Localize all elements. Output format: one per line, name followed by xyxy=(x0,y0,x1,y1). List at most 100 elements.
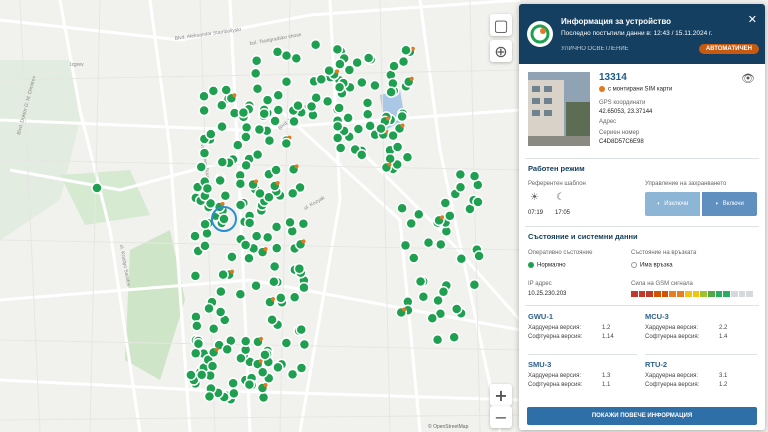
streetlight-marker[interactable] xyxy=(268,276,280,288)
streetlight-marker[interactable] xyxy=(220,84,232,96)
map-layers-icon[interactable]: ▢ xyxy=(490,14,512,36)
mode-badge[interactable]: АВТОМАТИЧЕН xyxy=(698,44,759,54)
streetlight-marker[interactable] xyxy=(266,313,278,326)
streetlight-marker[interactable] xyxy=(257,391,270,404)
streetlight-marker[interactable] xyxy=(454,181,467,193)
streetlight-marker[interactable] xyxy=(192,338,205,350)
streetlight-marker[interactable] xyxy=(243,252,255,264)
zoom-out-button[interactable]: − xyxy=(490,406,512,428)
streetlight-marker[interactable] xyxy=(261,94,274,106)
streetlight-marker[interactable] xyxy=(334,58,346,70)
streetlight-marker[interactable] xyxy=(295,362,308,374)
streetlight-marker[interactable] xyxy=(201,227,213,240)
streetlight-marker[interactable] xyxy=(280,337,293,349)
streetlight-marker[interactable] xyxy=(234,199,247,211)
streetlight-marker[interactable] xyxy=(414,275,427,288)
streetlight-marker[interactable] xyxy=(250,279,262,292)
streetlight-marker[interactable] xyxy=(251,82,264,95)
streetlight-marker[interactable] xyxy=(218,213,230,225)
streetlight-marker[interactable] xyxy=(391,141,404,153)
streetlight-marker[interactable] xyxy=(284,216,296,229)
streetlight-marker[interactable] xyxy=(217,268,229,281)
streetlight-marker[interactable] xyxy=(261,231,274,244)
streetlight-marker[interactable] xyxy=(258,107,270,120)
streetlight-marker[interactable] xyxy=(362,52,375,64)
streetlight-marker[interactable] xyxy=(288,115,300,128)
streetlight-marker[interactable] xyxy=(342,112,354,124)
streetlight-marker[interactable] xyxy=(207,323,220,335)
streetlight-marker[interactable] xyxy=(388,60,400,72)
streetlight-marker[interactable] xyxy=(426,312,439,324)
streetlight-marker[interactable] xyxy=(405,217,417,230)
streetlight-marker[interactable] xyxy=(275,292,287,304)
streetlight-marker[interactable] xyxy=(351,56,363,69)
streetlight-marker[interactable] xyxy=(397,55,410,68)
streetlight-marker[interactable] xyxy=(385,86,397,98)
switch-off-button[interactable]: ◗ Изключи xyxy=(645,192,700,216)
streetlight-marker[interactable] xyxy=(444,210,456,222)
streetlight-marker[interactable] xyxy=(234,288,247,301)
streetlight-marker[interactable] xyxy=(215,285,227,298)
streetlight-marker[interactable] xyxy=(185,369,197,381)
streetlight-marker[interactable] xyxy=(298,338,311,351)
streetlight-marker[interactable] xyxy=(331,43,344,56)
streetlight-marker[interactable] xyxy=(290,52,303,65)
streetlight-marker[interactable] xyxy=(408,252,420,264)
streetlight-marker[interactable] xyxy=(422,236,435,249)
streetlight-marker[interactable] xyxy=(361,97,374,109)
streetlight-marker[interactable] xyxy=(268,260,281,273)
streetlight-marker[interactable] xyxy=(401,151,414,163)
streetlight-marker[interactable] xyxy=(356,76,368,89)
streetlight-marker[interactable] xyxy=(216,120,228,133)
streetlight-marker[interactable] xyxy=(203,390,216,403)
streetlight-marker[interactable] xyxy=(191,320,203,332)
streetlight-marker[interactable] xyxy=(331,120,344,133)
streetlight-marker[interactable] xyxy=(250,54,263,67)
streetlight-marker[interactable] xyxy=(216,99,228,112)
streetlight-marker[interactable] xyxy=(232,139,244,151)
streetlight-marker[interactable] xyxy=(396,202,408,215)
streetlight-marker[interactable] xyxy=(198,90,210,103)
streetlight-marker[interactable] xyxy=(228,387,240,400)
streetlight-marker[interactable] xyxy=(198,104,210,117)
streetlight-marker[interactable] xyxy=(251,148,264,161)
streetlight-marker[interactable] xyxy=(298,281,310,294)
streetlight-marker[interactable] xyxy=(400,44,412,56)
streetlight-marker[interactable] xyxy=(432,294,444,307)
streetlight-marker[interactable] xyxy=(352,123,365,135)
streetlight-marker[interactable] xyxy=(216,156,229,168)
streetlight-marker[interactable] xyxy=(399,239,412,252)
streetlight-marker[interactable] xyxy=(413,208,425,221)
streetlight-marker[interactable] xyxy=(280,137,293,150)
streetlight-marker[interactable] xyxy=(321,95,334,108)
streetlight-marker[interactable] xyxy=(343,64,356,76)
streetlight-marker[interactable] xyxy=(292,99,304,112)
streetlight-marker[interactable] xyxy=(239,335,252,348)
close-icon[interactable]: ✕ xyxy=(748,13,757,26)
streetlight-marker[interactable] xyxy=(226,251,238,263)
streetlight-marker[interactable] xyxy=(396,110,408,123)
streetlight-marker[interactable] xyxy=(333,102,345,114)
streetlight-marker[interactable] xyxy=(189,230,201,242)
streetlight-marker[interactable] xyxy=(189,270,202,282)
streetlight-marker[interactable] xyxy=(239,239,252,251)
streetlight-marker[interactable] xyxy=(189,347,202,360)
streetlight-marker[interactable] xyxy=(214,174,226,187)
streetlight-marker[interactable] xyxy=(364,120,376,132)
streetlight-marker[interactable] xyxy=(323,64,335,77)
streetlight-marker[interactable] xyxy=(331,132,344,144)
streetlight-marker[interactable] xyxy=(249,67,262,80)
streetlight-marker[interactable] xyxy=(293,262,306,275)
streetlight-marker[interactable] xyxy=(387,129,399,142)
streetlight-marker[interactable] xyxy=(435,238,447,251)
streetlight-marker[interactable] xyxy=(272,104,285,116)
streetlight-marker[interactable] xyxy=(250,230,263,242)
streetlight-marker[interactable] xyxy=(315,73,328,86)
streetlight-marker[interactable] xyxy=(448,331,460,344)
eye-icon[interactable]: 👁 xyxy=(741,72,755,85)
streetlight-marker[interactable] xyxy=(195,369,208,381)
streetlight-marker[interactable] xyxy=(375,122,387,135)
streetlight-marker[interactable] xyxy=(237,106,250,119)
streetlight-marker[interactable] xyxy=(203,302,215,315)
streetlight-marker[interactable] xyxy=(240,131,252,143)
